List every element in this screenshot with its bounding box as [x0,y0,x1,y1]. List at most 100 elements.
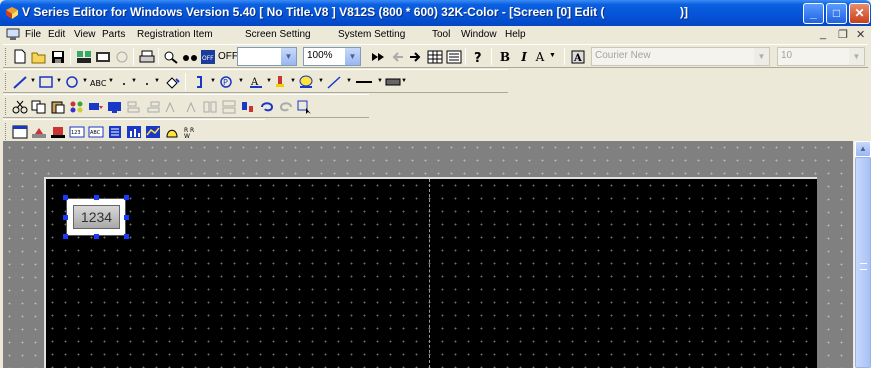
maximize-button[interactable]: □ [826,3,847,24]
menu-tool[interactable]: Tool [432,29,450,40]
menu-system-setting[interactable]: System Setting [338,29,405,40]
dropdown-arrow-icon[interactable]: ▼ [318,78,324,84]
resize-handle-e[interactable] [124,215,129,220]
align-bottom-icon[interactable] [182,98,200,115]
menu-file[interactable]: File [25,29,41,40]
dropdown-arrow-icon[interactable]: ▼ [131,78,137,84]
dropdown-arrow-icon[interactable]: ▼ [346,78,352,84]
group-icon[interactable] [106,98,124,115]
distribute-h-icon[interactable] [201,98,219,115]
menu-screen-setting[interactable]: Screen Setting [245,29,311,40]
transfer-icon[interactable] [75,48,93,65]
zoom-select[interactable]: 100% ▼ [303,47,361,66]
undo-icon[interactable] [258,98,276,115]
menu-view[interactable]: View [74,29,96,40]
switch-part-icon[interactable] [30,123,48,140]
screen-canvas[interactable] [44,177,817,368]
paint-color-icon[interactable] [271,73,289,90]
glasses-icon[interactable] [181,48,199,65]
forward-arrow-icon[interactable] [407,48,425,65]
zoom-icon[interactable] [162,48,180,65]
dropdown-arrow-icon[interactable]: ▼ [154,78,160,84]
toolbar-grip[interactable] [5,123,8,140]
numeric-display-part[interactable]: 1234 [66,198,126,236]
print-icon[interactable] [138,48,156,65]
network-icon[interactable] [113,48,131,65]
font-icon[interactable]: A [569,48,587,65]
graph-part-icon[interactable] [125,123,143,140]
menu-registration-item[interactable]: Registration Item [137,29,213,40]
toolbar-grip[interactable] [5,73,8,90]
bold-button[interactable]: B [496,48,514,65]
scrollbar-thumb[interactable] [855,157,871,368]
menu-window[interactable]: Window [461,29,497,40]
circle-tool-icon[interactable] [63,73,81,90]
open-folder-icon[interactable] [30,48,48,65]
distribute-v-icon[interactable] [220,98,238,115]
grid-view-icon[interactable] [426,48,444,65]
dropdown-arrow-icon[interactable]: ▼ [108,78,114,84]
mdi-minimize-button[interactable]: _ [820,28,826,40]
bracket-tool-icon[interactable] [190,73,208,90]
save-icon[interactable] [49,48,67,65]
window-part-icon[interactable] [11,123,29,140]
mdi-restore-button[interactable]: ❐ [838,28,848,41]
toolbar-grip[interactable] [5,48,8,65]
overlap-select-arrow[interactable]: ▼ [237,47,297,66]
back-arrow-icon[interactable] [388,48,406,65]
message-display-icon[interactable] [106,123,124,140]
rectangle-tool-icon[interactable] [37,73,55,90]
menu-help[interactable]: Help [505,29,526,40]
tile-pattern-icon[interactable] [384,73,402,90]
menu-edit[interactable]: Edit [48,29,65,40]
resize-handle-s[interactable] [94,234,99,239]
line-tool-icon[interactable] [11,73,29,90]
dropdown-arrow-icon[interactable]: ▼ [290,78,296,84]
arrows-icon[interactable] [369,48,387,65]
minimize-button[interactable]: _ [803,3,824,24]
resize-handle-sw[interactable] [63,234,68,239]
numeric-display-icon[interactable]: 123 [68,123,86,140]
foreground-color-icon[interactable]: A [247,73,265,90]
resize-handle-ne[interactable] [124,195,129,200]
new-file-icon[interactable] [11,48,29,65]
align-left-icon[interactable] [125,98,143,115]
resize-handle-n[interactable] [94,195,99,200]
overlap-icon[interactable]: OFF [200,48,216,65]
line-style-icon[interactable] [325,73,343,90]
menu-parts[interactable]: Parts [102,29,125,40]
vertical-scrollbar[interactable]: ▲ [853,141,871,368]
copy-icon[interactable] [30,98,48,115]
dropdown-arrow-icon[interactable]: ▼ [210,78,216,84]
property-icon[interactable] [239,98,257,115]
pattern-tool-icon[interactable]: P [217,73,235,90]
resize-handle-nw[interactable] [63,195,68,200]
mdi-close-button[interactable]: ✕ [856,28,865,41]
font-name-select[interactable]: Courier New ▼ [591,47,770,66]
text-tool-icon[interactable]: ABC [89,73,107,90]
dropdown-arrow-icon[interactable]: ▼ [401,78,407,84]
scroll-up-arrow-icon[interactable]: ▲ [855,141,871,157]
list-view-icon[interactable] [445,48,463,65]
resize-handle-se[interactable] [124,234,129,239]
lamp-part-icon[interactable] [49,123,67,140]
line-width-icon[interactable] [353,73,375,90]
toolbar-grip[interactable] [5,98,8,115]
align-right-icon[interactable] [144,98,162,115]
multi-copy-icon[interactable] [68,98,86,115]
dropdown-arrow-icon[interactable]: ▼ [82,78,88,84]
font-size-select[interactable]: 10 ▼ [777,47,865,66]
redo-icon[interactable] [277,98,295,115]
align-top-icon[interactable] [163,98,181,115]
trend-graph-icon[interactable] [144,123,162,140]
simulator-icon[interactable] [94,48,112,65]
time-display-icon[interactable]: RRW [182,123,200,140]
close-button[interactable]: ✕ [849,3,870,24]
dropdown-arrow-icon[interactable]: ▼ [377,78,383,84]
text-size-button[interactable]: A [531,48,549,65]
dropdown-arrow-icon[interactable]: ▼ [238,78,244,84]
help-icon[interactable]: ? [470,48,488,65]
alarm-part-icon[interactable] [163,123,181,140]
dropdown-arrow-icon[interactable]: ▼ [30,78,36,84]
resize-handle-w[interactable] [63,215,68,220]
